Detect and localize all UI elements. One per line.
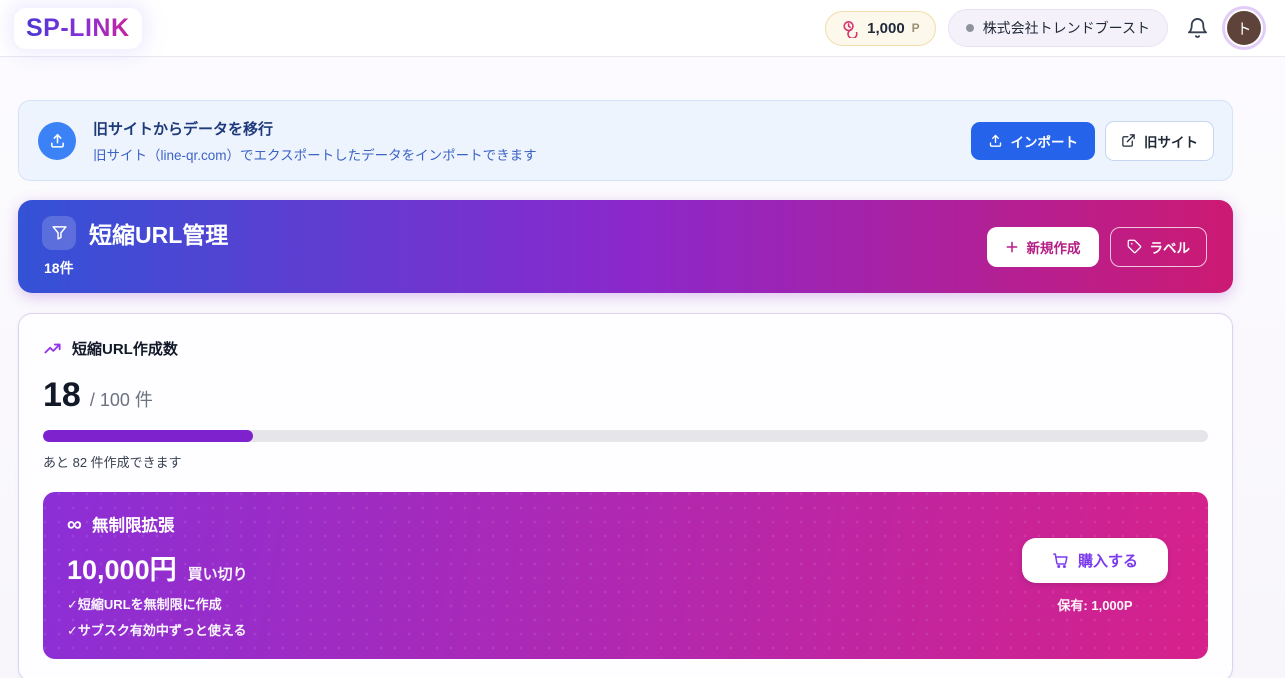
upload-icon (49, 132, 66, 149)
header-right: 1,000 P 株式会社トレンドブースト ト (825, 9, 1263, 47)
migration-banner-description: 旧サイト（line-qr.com）でエクスポートしたデータをインポートできます (93, 144, 537, 164)
infinity-icon: ∞ (67, 514, 82, 535)
company-name: 株式会社トレンドブースト (983, 18, 1150, 38)
label-button-label: ラベル (1150, 237, 1191, 257)
points-unit: P (912, 21, 920, 35)
upload-icon (988, 133, 1003, 148)
promo-price-note: 買い切り (188, 563, 248, 584)
url-manager-header-left: 短縮URL管理 18件 (42, 216, 228, 278)
stats-current-count: 18 (43, 376, 81, 415)
promo-right: 購入する 保有: 1,000P (1022, 538, 1182, 614)
unlimited-promo-card: ∞ 無制限拡張 10,000円 買い切り ✓短縮URLを無制限に作成 ✓サブスク… (43, 492, 1208, 659)
avatar-initial: ト (1236, 18, 1251, 39)
bell-icon (1186, 17, 1209, 40)
import-button-label: インポート (1011, 131, 1079, 151)
trending-up-icon (43, 339, 62, 358)
stats-total-limit: / 100 件 (90, 386, 153, 412)
company-status-dot (966, 24, 974, 32)
points-value: 1,000 (867, 20, 905, 37)
url-manager-title-row: 短縮URL管理 (42, 216, 228, 250)
stats-title: 短縮URL作成数 (72, 338, 178, 359)
migration-banner-text: 旧サイトからデータを移行 旧サイト（line-qr.com）でエクスポートしたデ… (93, 118, 537, 164)
stats-title-row: 短縮URL作成数 (43, 338, 1208, 359)
usage-progress-fill (43, 430, 253, 442)
notifications-button[interactable] (1186, 17, 1209, 40)
cart-icon (1052, 552, 1069, 569)
purchase-button-label: 購入する (1078, 550, 1138, 571)
old-site-button-label: 旧サイト (1144, 131, 1198, 151)
promo-title: 無制限拡張 (92, 512, 175, 536)
purchase-button[interactable]: 購入する (1022, 538, 1168, 583)
create-new-button[interactable]: 新規作成 (987, 227, 1099, 267)
old-site-button[interactable]: 旧サイト (1105, 121, 1214, 161)
url-manager-header: 短縮URL管理 18件 新規作成 ラベル (18, 200, 1233, 293)
funnel-icon (51, 224, 68, 241)
points-balance-text: 保有: 1,000P (1057, 595, 1132, 614)
plus-icon (1005, 240, 1019, 254)
coins-icon (841, 19, 860, 38)
migration-banner-title: 旧サイトからデータを移行 (93, 118, 537, 139)
remaining-count-text: あと 82 件作成できます (43, 452, 1208, 471)
tag-icon (1127, 239, 1142, 254)
main-content: 旧サイトからデータを移行 旧サイト（line-qr.com）でエクスポートしたデ… (18, 100, 1233, 678)
promo-feature: ✓短縮URLを無制限に作成 (67, 594, 248, 613)
migration-banner: 旧サイトからデータを移行 旧サイト（line-qr.com）でエクスポートしたデ… (18, 100, 1233, 181)
upload-icon-badge (38, 122, 76, 160)
app-logo[interactable]: SP-LINK (14, 8, 142, 49)
url-manager-actions: 新規作成 ラベル (987, 227, 1208, 267)
points-badge[interactable]: 1,000 P (825, 11, 936, 46)
create-new-button-label: 新規作成 (1027, 237, 1081, 257)
stats-card: 短縮URL作成数 18 / 100 件 あと 82 件作成できます ∞ 無制限拡… (18, 313, 1233, 678)
filter-icon-chip (42, 216, 76, 250)
migration-banner-left: 旧サイトからデータを移行 旧サイト（line-qr.com）でエクスポートしたデ… (38, 118, 537, 164)
avatar[interactable]: ト (1225, 9, 1263, 47)
company-selector[interactable]: 株式会社トレンドブースト (948, 9, 1168, 47)
label-button[interactable]: ラベル (1110, 227, 1208, 267)
top-header: SP-LINK 1,000 P 株式会社トレンドブースト (0, 0, 1285, 57)
url-count-badge: 18件 (44, 258, 228, 278)
promo-price-row: 10,000円 買い切り (67, 548, 248, 587)
usage-progress-bar (43, 430, 1208, 442)
promo-title-row: ∞ 無制限拡張 (67, 512, 248, 536)
promo-price: 10,000円 (67, 548, 177, 587)
migration-banner-actions: インポート 旧サイト (971, 121, 1215, 161)
promo-feature: ✓サブスク有効中ずっと使える (67, 620, 248, 639)
external-link-icon (1121, 133, 1136, 148)
import-button[interactable]: インポート (971, 122, 1096, 160)
page-title: 短縮URL管理 (89, 216, 228, 250)
promo-left: ∞ 無制限拡張 10,000円 買い切り ✓短縮URLを無制限に作成 ✓サブスク… (67, 512, 248, 639)
stats-number-row: 18 / 100 件 (43, 376, 1208, 415)
